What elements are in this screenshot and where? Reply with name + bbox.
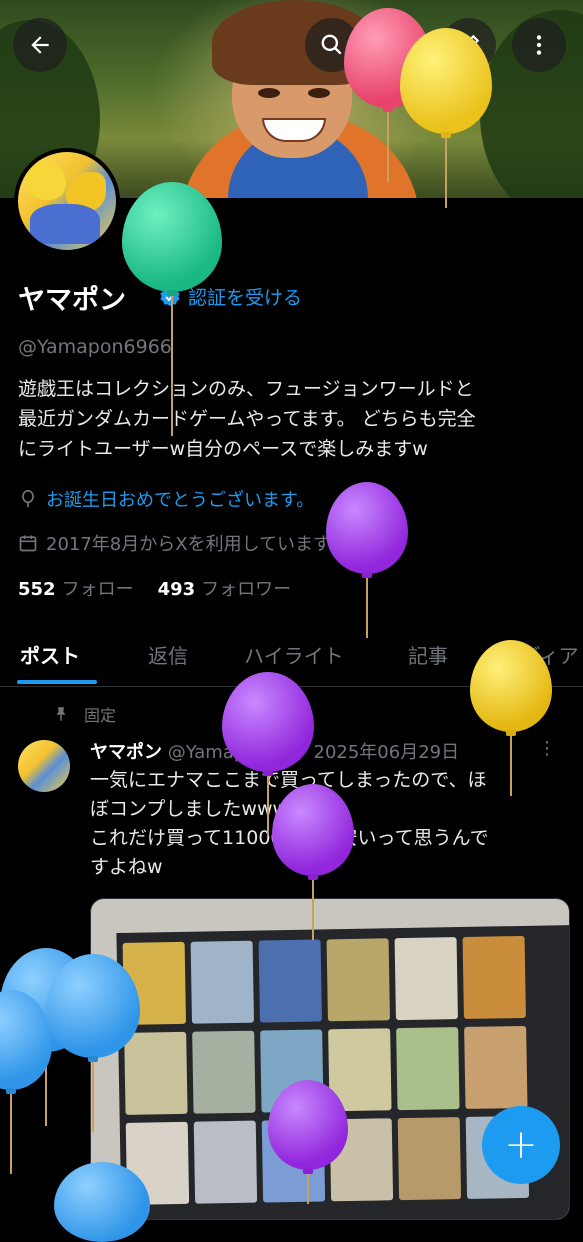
birthday-row[interactable]: お誕生日おめでとうございます。 [18, 486, 314, 512]
card-sleeve [190, 940, 255, 1024]
calendar-icon [19, 535, 37, 552]
more-button[interactable] [512, 18, 566, 72]
post-author-name[interactable]: ヤマポン [90, 742, 162, 763]
joined-text: 2017年8月からXを利用しています [46, 534, 332, 555]
back-arrow-icon [31, 36, 49, 54]
avatar-image [18, 152, 116, 250]
profile-handle: @Yamapon6966 [18, 336, 172, 358]
balloon-icon [22, 489, 34, 508]
post-date[interactable]: · 2025年06月29日 [302, 742, 459, 763]
compose-fab[interactable]: + [482, 1106, 560, 1184]
card-sleeve [193, 1120, 258, 1204]
active-tab-indicator [17, 680, 97, 684]
birthday-text: お誕生日おめでとうございます。 [46, 490, 315, 511]
get-verified-label: 認証を受ける [188, 287, 303, 309]
profile-bio: 遊戯王はコレクションのみ、フュージョンワールドと 最近ガンダムカードゲームやって… [18, 378, 476, 460]
card-sleeve [192, 1030, 256, 1114]
tab-highlights[interactable]: ハイライト [244, 640, 344, 669]
banner-character-eye [308, 88, 330, 98]
card-sleeve [397, 1117, 462, 1201]
follow-stats: 552 フォロー 493 フォロワー [18, 575, 291, 601]
card-sleeve [464, 1025, 528, 1109]
profile-name: ヤマポン [18, 285, 126, 316]
card-sleeve [326, 938, 390, 1022]
post-header: ヤマポン @Yamapon6... · 2025年06月29日 ⋮ [90, 738, 560, 764]
tab-posts[interactable]: ポスト [20, 640, 80, 669]
pin-icon [56, 707, 66, 721]
back-button[interactable] [13, 18, 67, 72]
search-icon [321, 34, 342, 55]
card-sleeve [462, 935, 526, 1019]
post-author-avatar[interactable] [18, 740, 70, 792]
following-label: フォロー [61, 579, 134, 600]
tab-articles[interactable]: 記事 [408, 640, 448, 669]
card-sleeve [258, 939, 322, 1023]
card-sleeve [396, 1027, 460, 1111]
card-sleeve [124, 1031, 188, 1115]
card-sleeve [394, 937, 458, 1021]
profile-avatar[interactable] [14, 148, 120, 254]
pinned-label: 固定 [84, 706, 117, 725]
joined-row[interactable]: 2017年8月からXを利用しています [18, 530, 359, 556]
followers-count: 493 [157, 579, 196, 600]
followers-label: フォロワー [201, 579, 292, 600]
tab-replies[interactable]: 返信 [148, 640, 188, 669]
more-vert-icon [536, 35, 542, 55]
following-count: 552 [18, 579, 56, 600]
followers-link[interactable]: 493 フォロワー [158, 575, 292, 601]
post-more-icon[interactable]: ⋮ [538, 738, 556, 759]
pinned-indicator: 固定 [52, 702, 116, 726]
banner-character-eye [258, 88, 280, 98]
following-link[interactable]: 552 フォロー [18, 575, 134, 601]
